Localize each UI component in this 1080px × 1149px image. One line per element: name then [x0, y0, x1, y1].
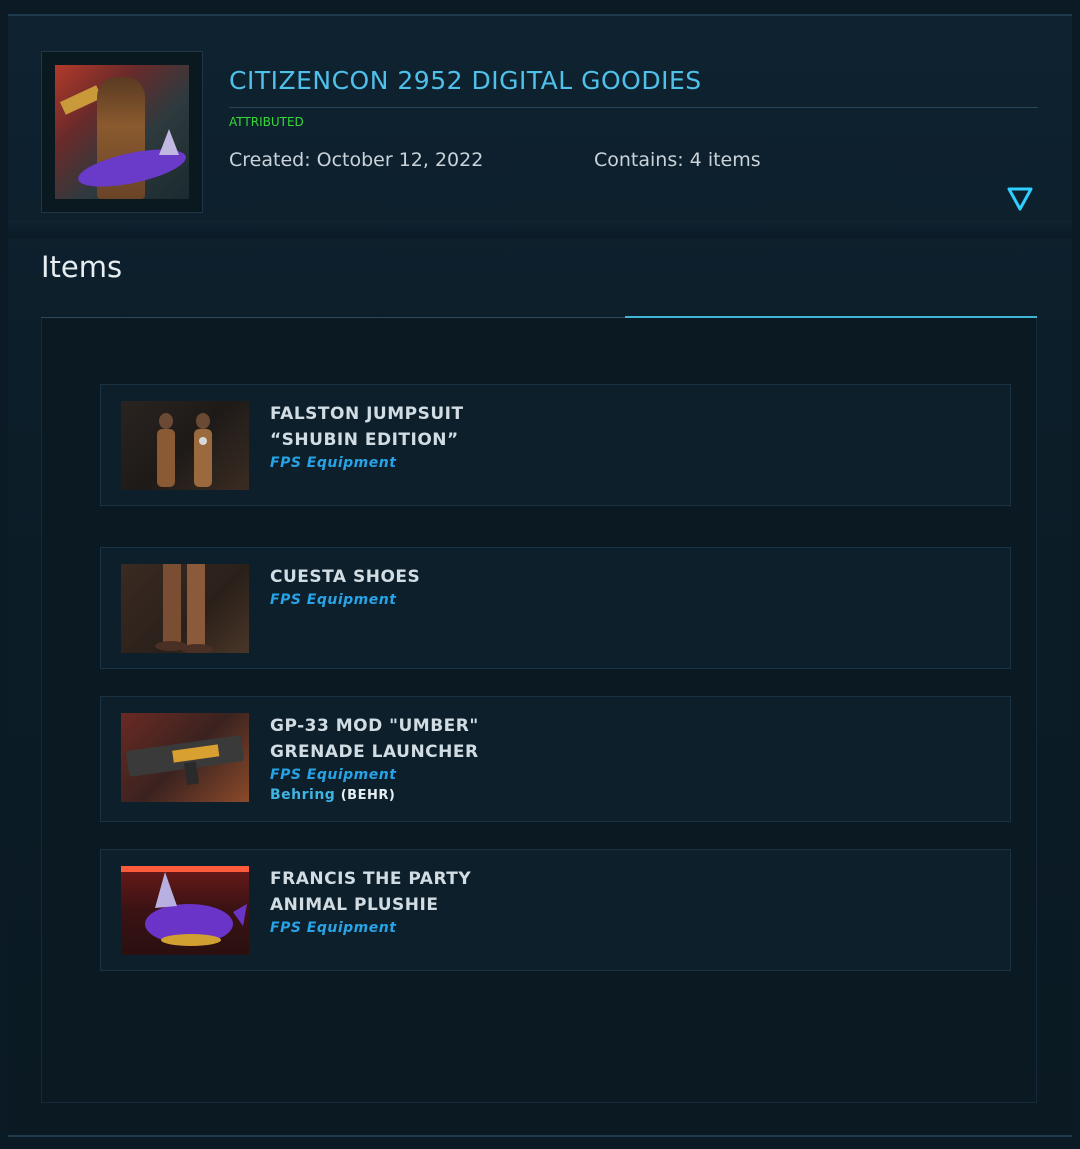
pledge-image: [55, 65, 189, 199]
item-category: FPS Equipment: [270, 455, 397, 471]
expand-toggle-button[interactable]: [1005, 184, 1035, 214]
pledge-frame: CITIZENCON 2952 DIGITAL GOODIES ATTRIBUT…: [8, 14, 1072, 1137]
created-date: Created: October 12, 2022: [229, 149, 484, 171]
item-category: FPS Equipment: [270, 767, 397, 783]
list-item[interactable]: GP-33 MOD "UMBER" GRENADE LAUNCHER FPS E…: [100, 696, 1011, 822]
pledge-title: CITIZENCON 2952 DIGITAL GOODIES: [229, 66, 702, 95]
triangle-down-icon: [1007, 187, 1033, 211]
item-name: CUESTA SHOES FPS Equipment: [270, 564, 530, 610]
item-name: FRANCIS THE PARTY ANIMAL PLUSHIE FPS Equ…: [270, 866, 530, 938]
section-heading: Items: [41, 250, 123, 284]
title-divider: [229, 107, 1038, 108]
item-count: Contains: 4 items: [594, 149, 761, 171]
list-item[interactable]: CUESTA SHOES FPS Equipment: [100, 547, 1011, 669]
item-name: GP-33 MOD "UMBER" GRENADE LAUNCHER FPS E…: [270, 713, 530, 806]
pledge-thumbnail: [41, 51, 203, 213]
item-manufacturer: Behring (BEHR): [270, 787, 396, 803]
item-thumbnail: [121, 866, 249, 955]
item-category: FPS Equipment: [270, 920, 397, 936]
item-thumbnail: [121, 401, 249, 490]
status-badge: ATTRIBUTED: [229, 115, 304, 129]
header-band: [8, 220, 1072, 238]
item-category: FPS Equipment: [270, 592, 397, 608]
item-thumbnail: [121, 713, 249, 802]
list-item[interactable]: FALSTON JUMPSUIT “SHUBIN EDITION” FPS Eq…: [100, 384, 1011, 506]
item-thumbnail: [121, 564, 249, 653]
items-panel: FALSTON JUMPSUIT “SHUBIN EDITION” FPS Eq…: [41, 318, 1037, 1103]
item-name: FALSTON JUMPSUIT “SHUBIN EDITION” FPS Eq…: [270, 401, 530, 473]
list-item[interactable]: FRANCIS THE PARTY ANIMAL PLUSHIE FPS Equ…: [100, 849, 1011, 971]
